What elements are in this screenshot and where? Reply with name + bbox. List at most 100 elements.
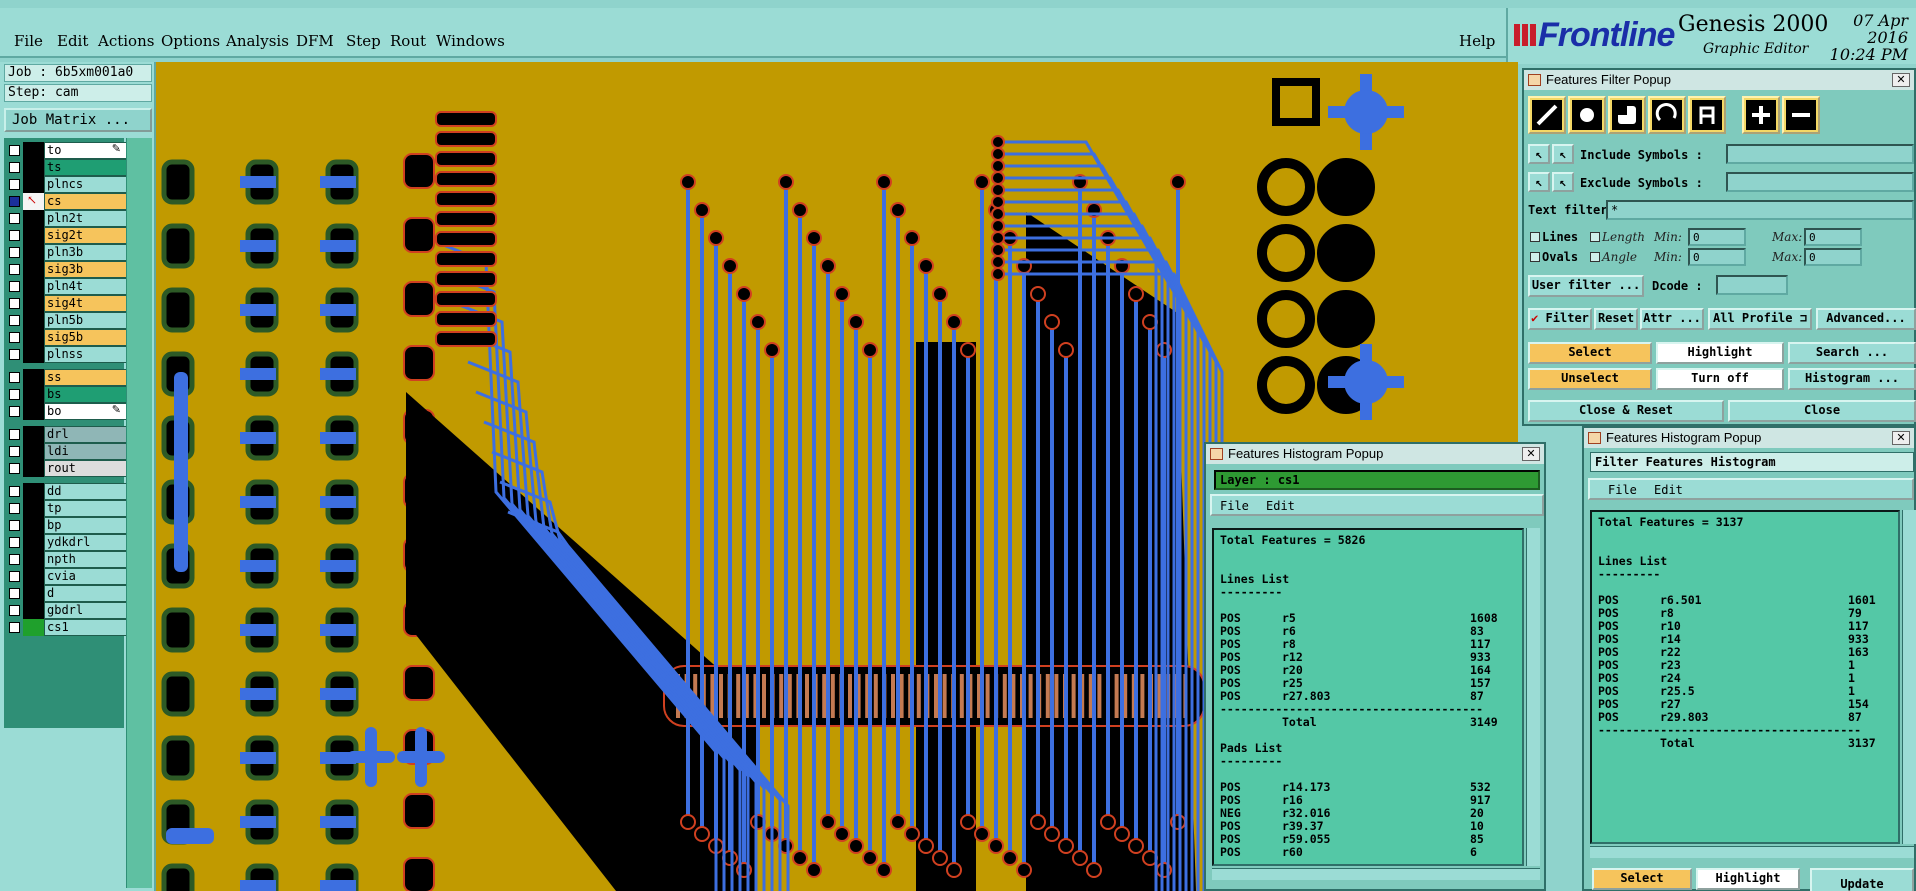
layer-name[interactable]: cs bbox=[44, 193, 130, 210]
layer-name[interactable]: npth bbox=[44, 551, 130, 568]
layer-row-ydkdrl[interactable]: ydkdrl bbox=[7, 534, 130, 551]
menu-step[interactable]: Step bbox=[346, 32, 381, 50]
turn-off-button[interactable]: Turn off bbox=[1656, 368, 1784, 390]
histogram-row[interactable]: POS r29.803 87 bbox=[1598, 711, 1892, 724]
layer-swatch[interactable]: ↖ bbox=[23, 193, 45, 210]
layer-name[interactable]: pln3b bbox=[44, 244, 130, 261]
layer-checkbox[interactable] bbox=[9, 179, 20, 190]
layer-row-d[interactable]: d bbox=[7, 585, 130, 602]
layer-name[interactable]: drl bbox=[44, 426, 130, 443]
histogram1-vscrollbar[interactable] bbox=[1526, 528, 1540, 866]
layer-swatch[interactable] bbox=[23, 369, 45, 386]
histogram1-hscrollbar[interactable] bbox=[1212, 868, 1540, 880]
layer-swatch[interactable] bbox=[23, 227, 45, 244]
layer-swatch[interactable] bbox=[23, 585, 45, 602]
layer-row-gbdrl[interactable]: gbdrl bbox=[7, 602, 130, 619]
layer-row-ldi[interactable]: ldi bbox=[7, 443, 130, 460]
histogram-row[interactable]: POS r60 6 bbox=[1220, 846, 1516, 859]
histogram2-hscrollbar[interactable] bbox=[1590, 846, 1914, 858]
layer-swatch[interactable] bbox=[23, 329, 45, 346]
angle-min-input[interactable]: 0 bbox=[1688, 248, 1746, 266]
layer-name[interactable]: cvia bbox=[44, 568, 130, 585]
layer-swatch[interactable] bbox=[23, 346, 45, 363]
text-tool-icon[interactable] bbox=[1688, 96, 1726, 134]
layer-name[interactable]: cs1 bbox=[44, 619, 130, 636]
surface-tool-icon[interactable] bbox=[1608, 96, 1646, 134]
histogram2-titlebar[interactable]: Features Histogram Popup ✕ bbox=[1584, 428, 1914, 448]
text-filter-input[interactable]: * bbox=[1606, 200, 1914, 220]
layer-row-rout[interactable]: rout bbox=[7, 460, 130, 477]
line-tool-icon[interactable] bbox=[1528, 96, 1566, 134]
layer-row-cvia[interactable]: cvia bbox=[7, 568, 130, 585]
layer-checkbox[interactable] bbox=[9, 463, 20, 474]
layer-checkbox[interactable] bbox=[9, 520, 20, 531]
layer-swatch[interactable] bbox=[23, 244, 45, 261]
layer-name[interactable]: plnss bbox=[44, 346, 130, 363]
layer-row-pln4t[interactable]: pln4t bbox=[7, 278, 130, 295]
layer-swatch[interactable] bbox=[23, 403, 45, 420]
layer-checkbox[interactable] bbox=[9, 446, 20, 457]
angle-checkbox[interactable] bbox=[1590, 252, 1600, 262]
close-icon[interactable]: ✕ bbox=[1522, 447, 1540, 461]
layer-checkbox[interactable] bbox=[9, 315, 20, 326]
layer-name[interactable]: tp bbox=[44, 500, 130, 517]
layer-checkbox[interactable] bbox=[9, 230, 20, 241]
layer-swatch[interactable] bbox=[23, 443, 45, 460]
layer-swatch[interactable] bbox=[23, 517, 45, 534]
layer-row-drl[interactable]: drl bbox=[7, 426, 130, 443]
layer-swatch[interactable] bbox=[23, 483, 45, 500]
user-filter-button[interactable]: User filter ... bbox=[1528, 275, 1644, 297]
histogram2-highlight-button[interactable]: Highlight bbox=[1696, 868, 1800, 890]
layer-checkbox[interactable] bbox=[9, 554, 20, 565]
histogram1-edit-menu[interactable]: Edit bbox=[1266, 499, 1295, 513]
layer-checkbox[interactable] bbox=[9, 605, 20, 616]
layer-name[interactable]: ss bbox=[44, 369, 130, 386]
histogram2-file-menu[interactable]: File bbox=[1608, 483, 1637, 497]
layer-checkbox[interactable] bbox=[9, 162, 20, 173]
filter-popup-titlebar[interactable]: Features Filter Popup ✕ bbox=[1524, 70, 1914, 90]
layer-checkbox[interactable] bbox=[9, 588, 20, 599]
pad-tool-icon[interactable] bbox=[1568, 96, 1606, 134]
layer-row-plncs[interactable]: plncs bbox=[7, 176, 130, 193]
layer-swatch[interactable] bbox=[23, 534, 45, 551]
layer-checkbox[interactable] bbox=[9, 196, 20, 207]
layer-swatch[interactable] bbox=[23, 460, 45, 477]
layer-row-ts[interactable]: ts bbox=[7, 159, 130, 176]
profile-dropdown[interactable]: All Profile ⊐ bbox=[1708, 308, 1812, 330]
layer-name[interactable]: bp bbox=[44, 517, 130, 534]
layer-swatch[interactable] bbox=[23, 386, 45, 403]
histogram1-file-menu[interactable]: File bbox=[1220, 499, 1249, 513]
select-button[interactable]: Select bbox=[1528, 342, 1652, 364]
histogram-row[interactable]: POS r27.803 87 bbox=[1220, 690, 1516, 703]
menu-dfm[interactable]: DFM bbox=[296, 32, 334, 50]
menu-edit[interactable]: Edit bbox=[57, 32, 88, 50]
menu-actions[interactable]: Actions bbox=[98, 32, 154, 50]
menu-rout[interactable]: Rout bbox=[390, 32, 426, 50]
layer-swatch[interactable] bbox=[23, 210, 45, 227]
layer-name[interactable]: pln4t bbox=[44, 278, 130, 295]
layer-swatch[interactable] bbox=[23, 500, 45, 517]
length-checkbox[interactable] bbox=[1590, 232, 1600, 242]
arc-tool-icon[interactable] bbox=[1648, 96, 1686, 134]
include-pick2-icon[interactable]: ↖ bbox=[1552, 144, 1574, 164]
include-pick-icon[interactable]: ↖ bbox=[1528, 144, 1550, 164]
layer-row-cs1[interactable]: cs1 bbox=[7, 619, 130, 636]
layer-row-to[interactable]: to ✎ bbox=[7, 142, 130, 159]
layer-row-sig5b[interactable]: sig5b bbox=[7, 329, 130, 346]
angle-max-input[interactable]: 0 bbox=[1804, 248, 1862, 266]
ovals-checkbox[interactable] bbox=[1530, 252, 1540, 262]
layer-checkbox[interactable] bbox=[9, 145, 20, 156]
layer-swatch[interactable] bbox=[23, 295, 45, 312]
layer-swatch[interactable] bbox=[23, 312, 45, 329]
layer-name[interactable]: ts bbox=[44, 159, 130, 176]
histogram1-titlebar[interactable]: Features Histogram Popup ✕ bbox=[1206, 444, 1544, 464]
layer-checkbox[interactable] bbox=[9, 571, 20, 582]
histogram2-update-button[interactable]: Update bbox=[1810, 868, 1914, 891]
layer-list-scrollbar[interactable] bbox=[126, 138, 152, 888]
menu-file[interactable]: File bbox=[14, 32, 43, 50]
layer-name[interactable]: pln2t bbox=[44, 210, 130, 227]
layer-checkbox[interactable] bbox=[9, 213, 20, 224]
menu-help[interactable]: Help bbox=[1459, 32, 1495, 50]
positive-polarity-icon[interactable] bbox=[1742, 96, 1780, 134]
layer-checkbox[interactable] bbox=[9, 332, 20, 343]
